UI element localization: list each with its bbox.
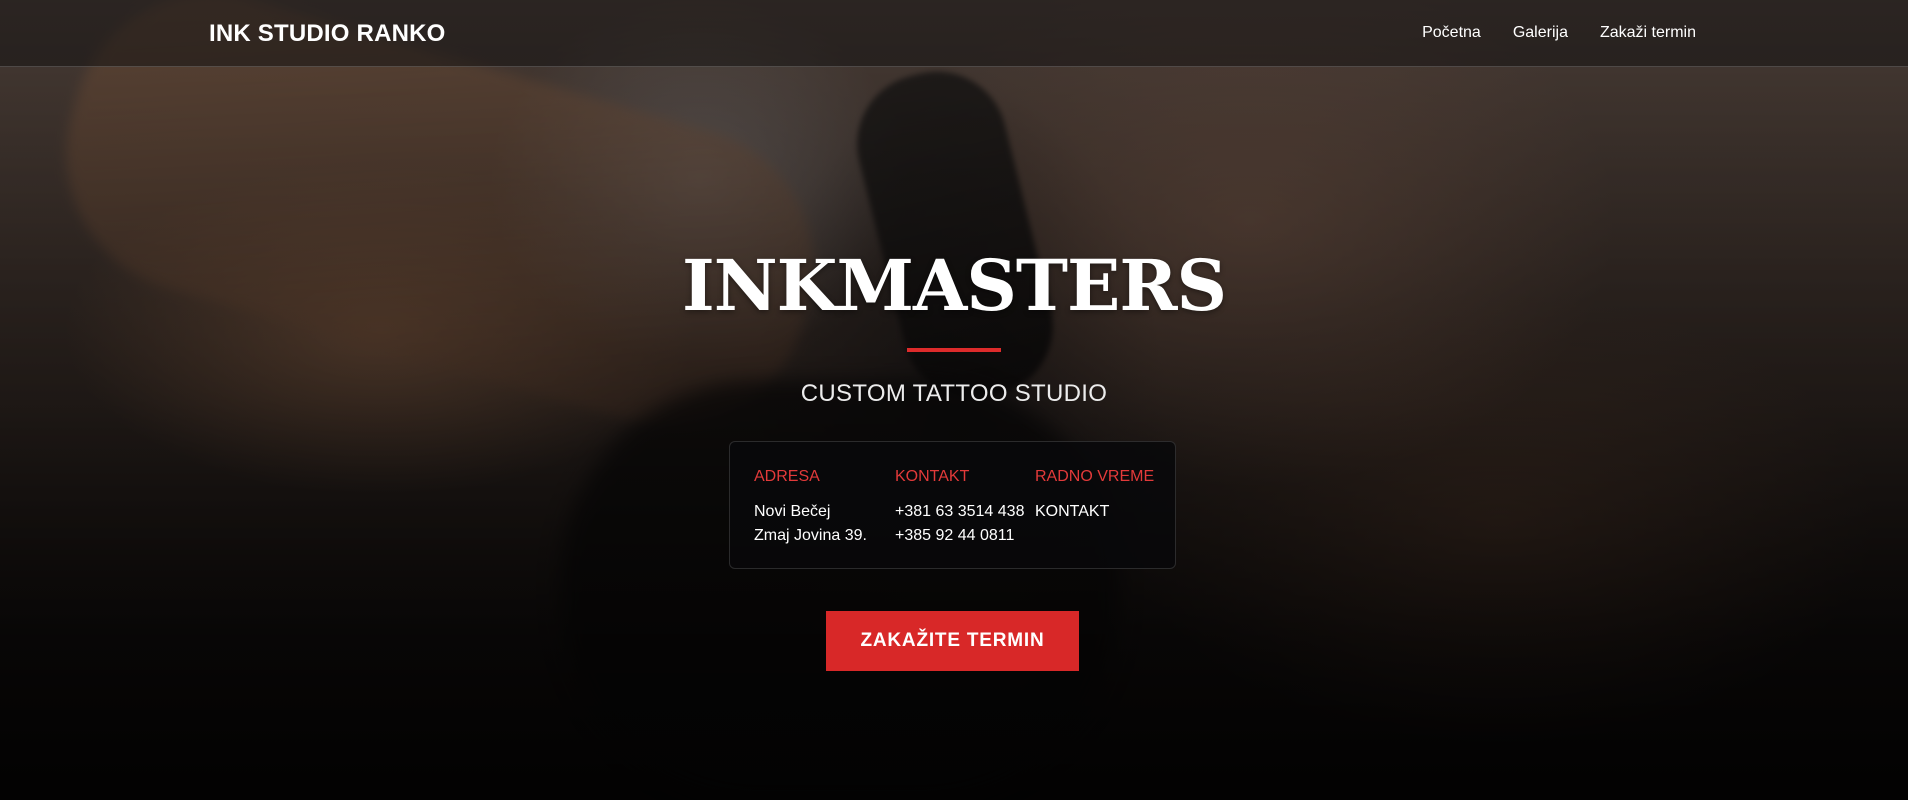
contact-phone-1[interactable]: +381 63 3514 438: [895, 500, 1024, 524]
hero-content: INKMASTERS CUSTOM TATTOO STUDIO ADRESA N…: [0, 0, 1908, 800]
address-column: ADRESA Novi Bečej Zmaj Jovina 39.: [754, 468, 867, 548]
nav-link-galerija[interactable]: Galerija: [1513, 24, 1568, 42]
nav-link-pocetna[interactable]: Početna: [1422, 24, 1481, 42]
contact-phone-2[interactable]: +385 92 44 0811: [895, 524, 1024, 548]
book-appointment-button[interactable]: ZAKAŽITE TERMIN: [826, 611, 1079, 671]
nav-link-zakazi-termin[interactable]: Zakaži termin: [1600, 24, 1696, 42]
hero-subtitle: CUSTOM TATTOO STUDIO: [800, 380, 1108, 407]
address-line-city: Novi Bečej: [754, 503, 831, 520]
hero-section: INK STUDIO RANKO Početna Galerija Zakaži…: [0, 0, 1908, 800]
navbar: INK STUDIO RANKO Početna Galerija Zakaži…: [0, 0, 1908, 67]
nav-links: Početna Galerija Zakaži termin: [1422, 24, 1696, 42]
hours-heading: RADNO VREME: [1035, 468, 1155, 485]
hero-title: INKMASTERS: [681, 244, 1227, 327]
hours-value: KONTAKT: [1035, 503, 1110, 520]
address-heading: ADRESA: [754, 468, 820, 485]
title-divider: [907, 348, 1001, 352]
contact-column: KONTAKT +381 63 3514 438 +385 92 44 0811: [895, 468, 1024, 548]
contact-heading: KONTAKT: [895, 468, 970, 485]
brand-logo[interactable]: INK STUDIO RANKO: [209, 20, 446, 48]
info-card: ADRESA Novi Bečej Zmaj Jovina 39. KONTAK…: [729, 441, 1176, 569]
hours-column: RADNO VREME KONTAKT: [1035, 468, 1154, 524]
address-line-street: Zmaj Jovina 39.: [754, 527, 867, 544]
